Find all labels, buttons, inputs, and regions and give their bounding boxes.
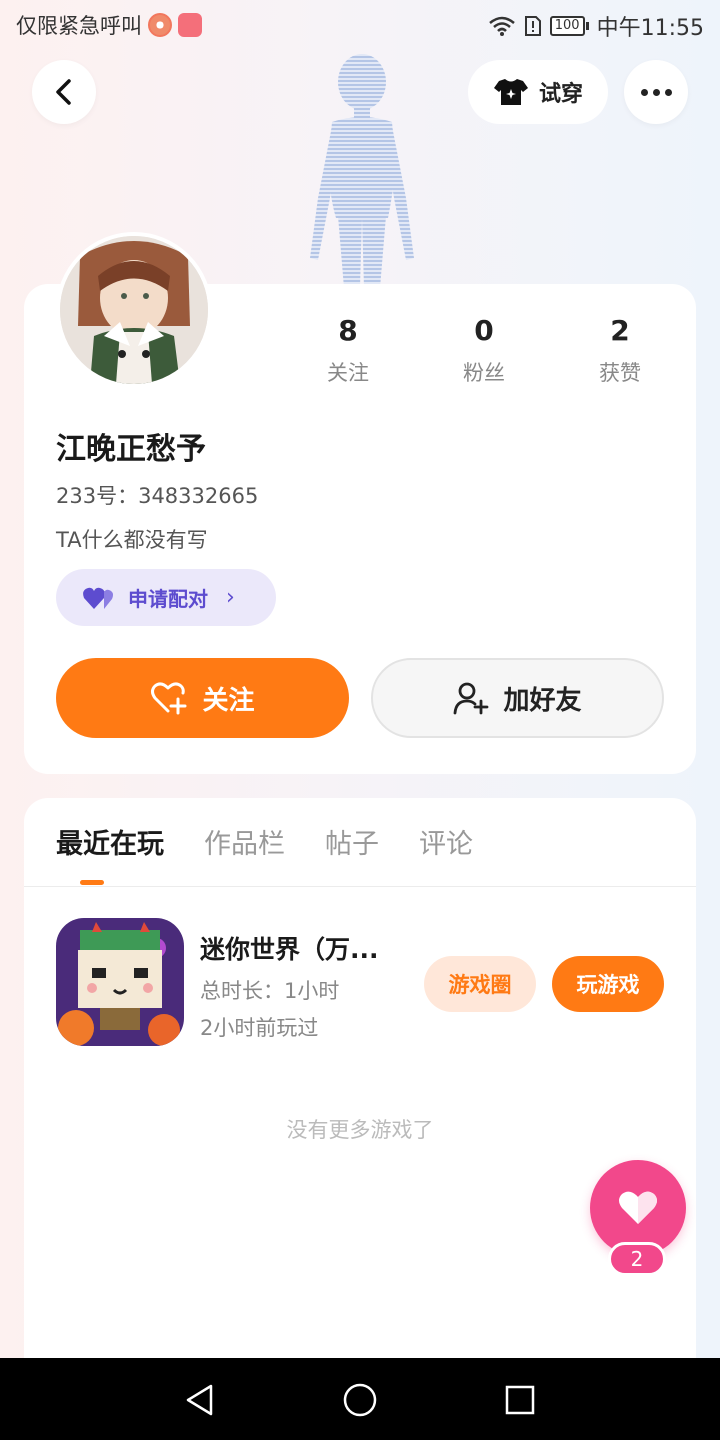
back-arrow-icon <box>56 79 71 105</box>
heart-icon <box>619 1191 657 1224</box>
system-nav-bar <box>0 1358 720 1440</box>
request-pair-button[interactable]: 申请配对 › <box>56 569 276 626</box>
nav-home-button[interactable] <box>340 1380 380 1420</box>
heart-plus-icon <box>151 682 187 715</box>
nav-recents-button[interactable] <box>500 1380 540 1420</box>
sim-alert-icon <box>524 16 541 36</box>
add-user-icon <box>454 682 489 715</box>
status-right: 100 中午11:55 <box>488 10 704 42</box>
wifi-icon <box>488 16 515 36</box>
mini-world-game-image <box>56 918 184 1046</box>
tshirt-icon <box>493 79 528 105</box>
status-bar: 仅限紧急呼叫 100 中午11:55 <box>0 0 720 52</box>
stat-label: 粉丝 <box>463 361 505 385</box>
chevron-right-icon: › <box>226 585 235 610</box>
avatar-image <box>60 236 208 384</box>
like-count-badge: 2 <box>608 1242 666 1276</box>
back-button[interactable] <box>32 60 96 124</box>
tab-recently-played[interactable]: 最近在玩 <box>56 822 164 862</box>
more-dots-icon <box>640 88 672 96</box>
try-on-label: 试穿 <box>538 82 583 107</box>
avatar[interactable] <box>56 232 212 388</box>
active-tab-indicator <box>80 880 104 885</box>
game-last-played: 2小时前玩过 <box>200 1016 319 1040</box>
tabs-divider <box>24 886 696 887</box>
game-playtime: 总时长：1小时 <box>200 979 340 1003</box>
avatar-hologram-figure <box>310 54 414 288</box>
stat-value: 0 <box>474 314 494 347</box>
app-notification-icon-2 <box>178 13 202 37</box>
app-notification-icon <box>148 13 172 37</box>
game-icon[interactable] <box>56 918 184 1046</box>
content-card: 最近在玩 作品栏 帖子 评论 <box>24 798 696 1398</box>
follow-label: 关注 <box>202 685 255 716</box>
tab-works[interactable]: 作品栏 <box>204 822 285 862</box>
user-id: 233号：348332665 <box>56 484 259 508</box>
profile-tabs: 最近在玩 作品栏 帖子 评论 <box>56 822 473 862</box>
stat-value: 8 <box>338 314 358 347</box>
clock: 中午11:55 <box>596 16 704 41</box>
follow-button[interactable]: 关注 <box>56 658 349 738</box>
user-bio: TA什么都没有写 <box>56 528 208 552</box>
circle-home-icon <box>343 1383 377 1417</box>
stat-label: 获赞 <box>599 361 641 385</box>
stat-followers[interactable]: 0 粉丝 <box>416 314 552 387</box>
username: 江晚正愁予 <box>56 432 206 467</box>
play-game-button[interactable]: 玩游戏 <box>552 956 664 1012</box>
square-recents-icon <box>505 1385 535 1415</box>
stat-label: 关注 <box>327 361 369 385</box>
battery-icon: 100 <box>549 16 589 36</box>
request-pair-label: 申请配对 <box>128 587 208 611</box>
double-heart-icon <box>83 587 113 609</box>
battery-level: 100 <box>549 16 585 36</box>
tab-comments[interactable]: 评论 <box>419 822 473 862</box>
status-left: 仅限紧急呼叫 <box>16 10 202 40</box>
nav-back-button[interactable] <box>180 1380 220 1420</box>
tab-posts[interactable]: 帖子 <box>325 822 379 862</box>
game-circle-button[interactable]: 游戏圈 <box>424 956 536 1012</box>
stat-following[interactable]: 8 关注 <box>280 314 416 387</box>
triangle-back-icon <box>186 1384 213 1416</box>
try-on-button[interactable]: 试穿 <box>468 60 608 124</box>
stat-value: 2 <box>610 314 630 347</box>
carrier-text: 仅限紧急呼叫 <box>16 14 142 38</box>
profile-stats: 8 关注 0 粉丝 2 获赞 <box>280 314 690 387</box>
add-friend-label: 加好友 <box>503 685 582 716</box>
stat-likes[interactable]: 2 获赞 <box>552 314 688 387</box>
add-friend-button[interactable]: 加好友 <box>371 658 664 738</box>
game-title: 迷你世界（万... <box>200 935 379 964</box>
more-button[interactable] <box>624 60 688 124</box>
no-more-games-text: 没有更多游戏了 <box>286 1118 434 1142</box>
